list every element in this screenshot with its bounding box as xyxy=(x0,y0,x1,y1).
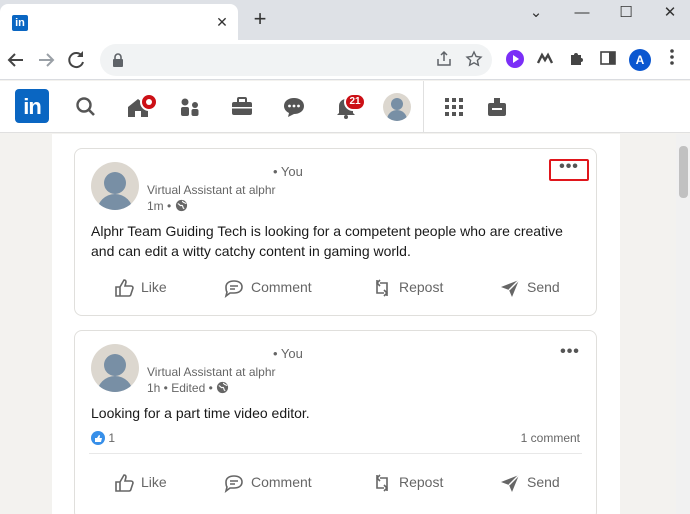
extensions-puzzle-icon[interactable] xyxy=(566,49,588,71)
back-button[interactable] xyxy=(4,48,28,72)
home-notification-badge xyxy=(140,93,158,111)
post-author-avatar[interactable] xyxy=(91,162,139,210)
repost-icon xyxy=(375,474,389,492)
linkedin-nav-bar: in 21 xyxy=(0,81,690,133)
post-time: 1h • Edited • xyxy=(147,381,213,395)
extension-play-icon[interactable] xyxy=(504,49,526,71)
forward-arrow-icon xyxy=(39,53,55,67)
repost-button[interactable]: Repost xyxy=(371,275,461,299)
advertise-icon[interactable] xyxy=(483,93,511,121)
comment-icon xyxy=(224,280,243,298)
reload-icon xyxy=(68,51,84,69)
post-divider xyxy=(89,453,582,454)
new-tab-button[interactable]: + xyxy=(248,8,272,32)
back-arrow-icon xyxy=(7,53,23,67)
browser-tab[interactable]: in ✕ xyxy=(0,4,238,40)
search-icon[interactable] xyxy=(72,93,100,121)
side-panel-icon[interactable] xyxy=(597,49,619,71)
like-thumb-icon xyxy=(115,279,134,297)
linkedin-logo[interactable]: in xyxy=(15,89,49,123)
comment-button[interactable]: Comment xyxy=(223,275,323,299)
post-reactions[interactable]: 1 xyxy=(91,431,115,445)
post-more-options-button[interactable]: ••• xyxy=(555,344,585,365)
nav-divider xyxy=(423,81,424,133)
close-window-button[interactable]: ✕ xyxy=(650,0,690,28)
post-author-headline: Virtual Assistant at alphr xyxy=(147,183,276,197)
me-avatar[interactable] xyxy=(383,93,411,121)
jobs-briefcase-icon[interactable] xyxy=(228,93,256,121)
linkedin-favicon-icon: in xyxy=(12,15,28,31)
feed-post: • You Virtual Assistant at alphr 1h • Ed… xyxy=(74,330,597,514)
maximize-button[interactable]: ☐ xyxy=(606,0,646,28)
scrollbar-thumb[interactable] xyxy=(679,146,688,198)
send-button[interactable]: Send xyxy=(499,275,579,299)
post-time: 1m • xyxy=(147,199,172,213)
like-button[interactable]: Like xyxy=(113,470,183,494)
minimize-button[interactable]: — xyxy=(562,0,602,28)
post-author-you: • You xyxy=(273,346,303,361)
extension-hands-icon[interactable] xyxy=(534,49,556,71)
browser-tab-strip: in ✕ + ⌄ — ☐ ✕ xyxy=(0,0,690,40)
post-author-you: • You xyxy=(273,164,303,179)
send-icon xyxy=(501,279,520,297)
messaging-icon[interactable] xyxy=(280,93,308,121)
globe-icon xyxy=(217,381,229,394)
like-reaction-icon xyxy=(91,431,105,445)
notifications-badge: 21 xyxy=(344,93,366,111)
share-icon[interactable] xyxy=(434,50,454,70)
send-icon xyxy=(501,474,520,492)
feed-post: • You Virtual Assistant at alphr 1m • ••… xyxy=(74,148,597,316)
network-icon[interactable] xyxy=(176,93,204,121)
tab-search-button[interactable]: ⌄ xyxy=(516,0,556,28)
browser-menu-icon[interactable] xyxy=(660,48,684,72)
post-more-options-button[interactable]: ••• xyxy=(549,159,589,181)
post-author-avatar[interactable] xyxy=(91,344,139,392)
post-meta: 1m • xyxy=(147,199,188,213)
reload-button[interactable] xyxy=(64,48,88,72)
post-author-headline: Virtual Assistant at alphr xyxy=(147,365,276,379)
forward-button[interactable] xyxy=(34,48,58,72)
comment-icon xyxy=(224,475,243,493)
post-text: Alphr Team Guiding Tech is looking for a… xyxy=(91,223,563,259)
post-text: Looking for a part time video editor. xyxy=(91,405,310,421)
like-button[interactable]: Like xyxy=(113,275,183,299)
address-bar[interactable] xyxy=(100,44,492,76)
profile-avatar[interactable]: A xyxy=(629,49,651,71)
repost-icon xyxy=(375,279,389,297)
lock-icon xyxy=(113,53,123,67)
post-meta: 1h • Edited • xyxy=(147,381,229,395)
repost-button[interactable]: Repost xyxy=(371,470,461,494)
send-button[interactable]: Send xyxy=(499,470,579,494)
browser-toolbar: A xyxy=(0,40,690,80)
tab-close-button[interactable]: ✕ xyxy=(212,12,232,32)
comment-button[interactable]: Comment xyxy=(223,470,323,494)
comments-count[interactable]: 1 comment xyxy=(521,431,580,445)
globe-icon xyxy=(175,199,187,212)
apps-grid-icon[interactable] xyxy=(440,93,468,121)
reactions-count: 1 xyxy=(108,431,116,445)
bookmark-star-icon[interactable] xyxy=(464,50,484,70)
like-thumb-icon xyxy=(115,474,134,492)
